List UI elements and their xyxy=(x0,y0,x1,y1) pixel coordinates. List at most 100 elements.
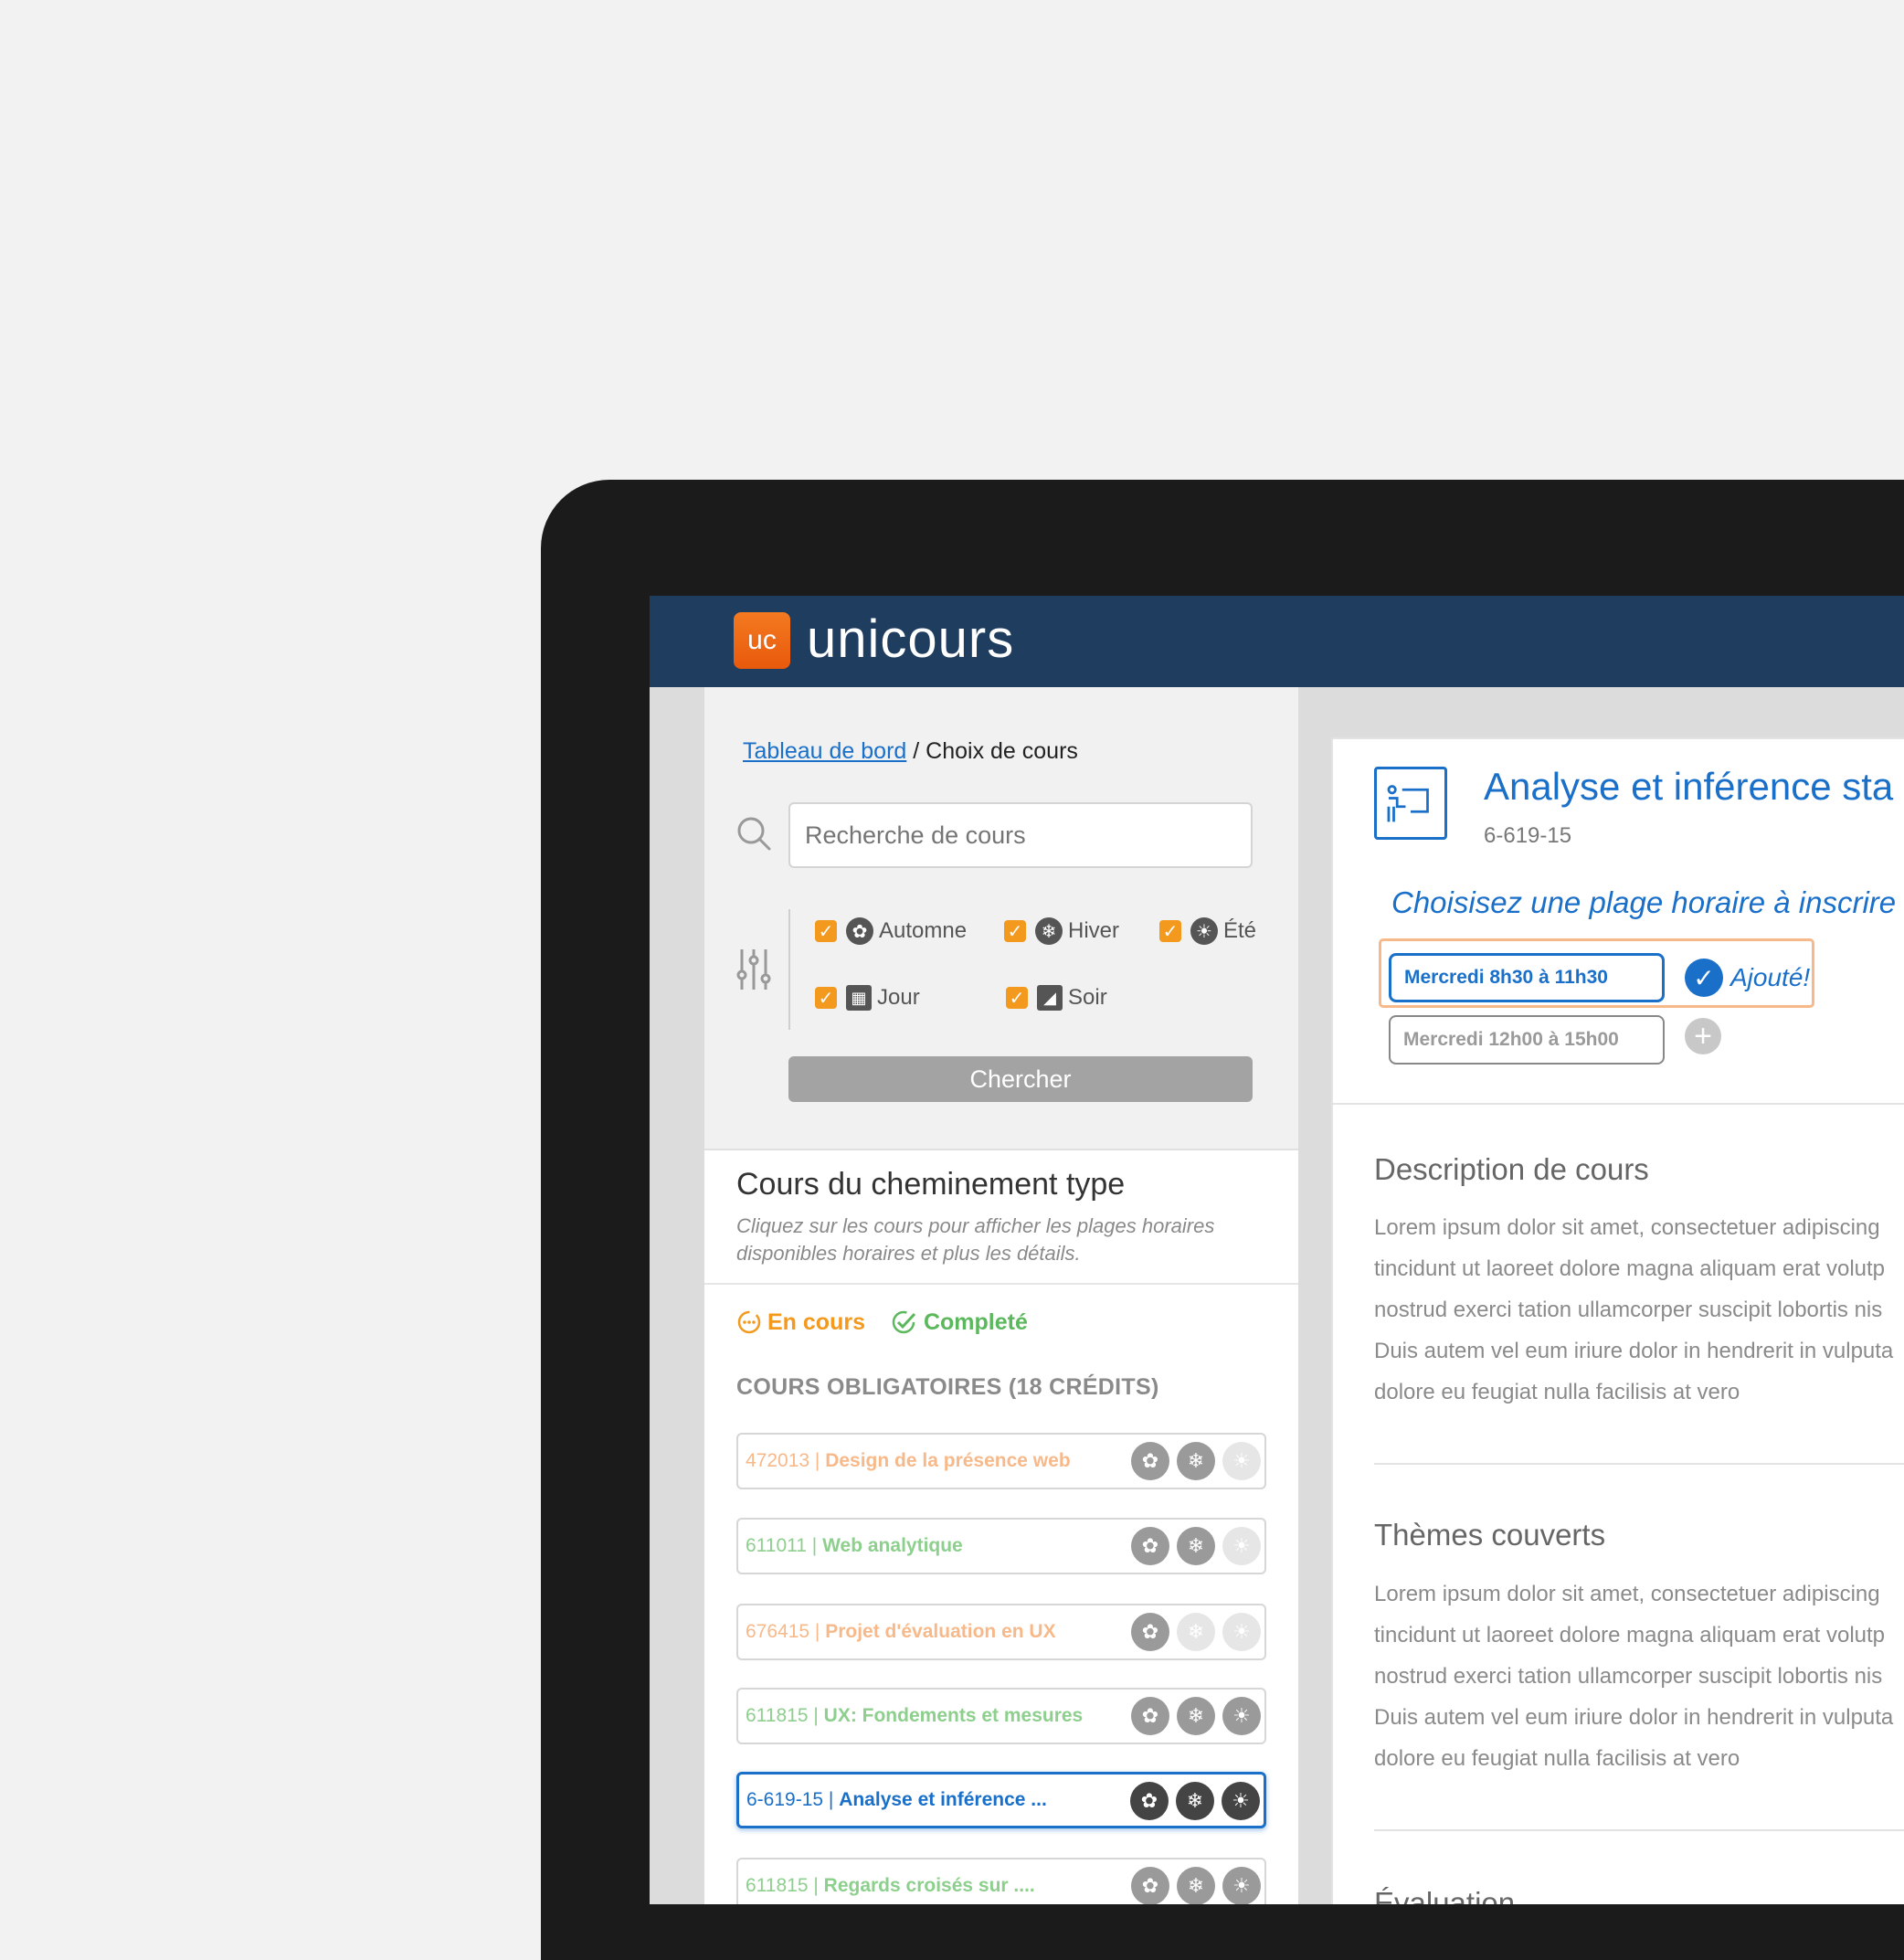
legend-completed-label: Completé xyxy=(923,1308,1028,1335)
text-line: tincidunt ut laoreet dolore magna aliqua… xyxy=(1374,1623,1886,1647)
course-code: 472013 xyxy=(746,1450,810,1471)
sun-icon: ☀ xyxy=(1222,1613,1261,1651)
breadcrumb-separator: / xyxy=(906,738,926,764)
course-code: 611815 xyxy=(746,1875,809,1896)
text-line: Duis autem vel eum iriure dolor in hendr… xyxy=(1374,1339,1894,1363)
checkbox-checked-icon[interactable]: ✓ xyxy=(815,987,837,1009)
snowflake-icon: ❄ xyxy=(1177,1613,1215,1651)
filter-label: Soir xyxy=(1068,985,1107,1010)
course-code: 611011 xyxy=(746,1535,807,1556)
course-name: Design de la présence web xyxy=(825,1450,1071,1471)
filter-divider xyxy=(788,909,790,1030)
maple-leaf-icon: ✿ xyxy=(1131,1613,1169,1651)
course-detail-panel: Analyse et inférence sta 6-619-15 Choisi… xyxy=(1331,737,1904,1904)
course-seasons: ✿ ❄ ☀ xyxy=(1124,1697,1261,1735)
day-icon: ▦ xyxy=(846,985,872,1011)
top-bar: uc unicours xyxy=(650,596,1904,687)
divider xyxy=(1374,1463,1904,1465)
course-item[interactable]: 611815 | UX: Fondements et mesures ✿ ❄ ☀ xyxy=(736,1688,1266,1744)
filter-label: Automne xyxy=(879,918,968,943)
course-seasons: ✿ ❄ ☀ xyxy=(1124,1613,1261,1651)
plus-circle-icon[interactable]: + xyxy=(1685,1018,1721,1054)
text-line: dolore eu feugiat nulla facilisis at ver… xyxy=(1374,1746,1740,1771)
left-panel: Tableau de bord / Choix de cours ✓ ✿ Aut… xyxy=(704,687,1298,1904)
search-button[interactable]: Chercher xyxy=(788,1056,1253,1102)
filter-label: Hiver xyxy=(1068,918,1120,943)
search-panel: Tableau de bord / Choix de cours ✓ ✿ Aut… xyxy=(704,687,1298,1150)
sun-icon: ☀ xyxy=(1222,1867,1261,1904)
maple-leaf-icon: ✿ xyxy=(1130,1782,1169,1820)
course-name: Projet d'évaluation en UX xyxy=(825,1621,1056,1642)
maple-leaf-icon: ✿ xyxy=(1131,1527,1169,1565)
evaluation-heading: Évaluation xyxy=(1374,1886,1516,1904)
text-line: dolore eu feugiat nulla facilisis at ver… xyxy=(1374,1380,1740,1404)
themes-text: Lorem ipsum dolor sit amet, consectetuer… xyxy=(1374,1573,1904,1779)
filter-label: Jour xyxy=(877,985,920,1010)
snowflake-icon: ❄ xyxy=(1177,1697,1215,1735)
filter-ete[interactable]: ✓ ☀ Été xyxy=(1159,917,1256,945)
divider xyxy=(1374,1829,1904,1831)
text-line: tincidunt ut laoreet dolore magna aliqua… xyxy=(1374,1256,1886,1281)
text-line: Lorem ipsum dolor sit amet, consectetuer… xyxy=(1374,1215,1880,1240)
course-seasons: ✿ ❄ ☀ xyxy=(1124,1442,1261,1480)
time-slot-option[interactable]: Mercredi 12h00 à 15h00 xyxy=(1389,1015,1665,1065)
snowflake-icon: ❄ xyxy=(1177,1527,1215,1565)
course-item[interactable]: 611815 | Regards croisés sur .... ✿ ❄ ☀ xyxy=(736,1858,1266,1904)
filter-jour[interactable]: ✓ ▦ Jour xyxy=(815,985,920,1011)
course-item[interactable]: 676415 | Projet d'évaluation en UX ✿ ❄ ☀ xyxy=(736,1604,1266,1660)
sun-icon: ☀ xyxy=(1222,1527,1261,1565)
completed-check-icon xyxy=(892,1310,916,1334)
text-line: Duis autem vel eum iriure dolor in hendr… xyxy=(1374,1705,1894,1730)
time-slot-option[interactable]: Mercredi 8h30 à 11h30 xyxy=(1389,953,1665,1002)
text-line: nostrud exerci tation ullamcorper suscip… xyxy=(1374,1298,1883,1322)
checkbox-checked-icon[interactable]: ✓ xyxy=(1006,987,1028,1009)
course-name: Web analytique xyxy=(822,1535,963,1556)
divider xyxy=(704,1283,1298,1285)
sun-icon: ☀ xyxy=(1190,917,1218,945)
course-item[interactable]: 472013 | Design de la présence web ✿ ❄ ☀ xyxy=(736,1433,1266,1489)
checkbox-checked-icon[interactable]: ✓ xyxy=(1159,920,1181,942)
themes-heading: Thèmes couverts xyxy=(1374,1518,1606,1552)
sun-icon: ☀ xyxy=(1222,1697,1261,1735)
text-line: Lorem ipsum dolor sit amet, consectetuer… xyxy=(1374,1582,1880,1606)
description-heading: Description de cours xyxy=(1374,1152,1649,1186)
divider xyxy=(1333,1103,1904,1105)
course-name: Analyse et inférence ... xyxy=(839,1789,1047,1810)
status-legend: En cours Completé xyxy=(736,1308,1028,1336)
text-line: nostrud exerci tation ullamcorper suscip… xyxy=(1374,1664,1883,1689)
maple-leaf-icon: ✿ xyxy=(1131,1867,1169,1904)
snowflake-icon: ❄ xyxy=(1176,1782,1214,1820)
course-name: Regards croisés sur .... xyxy=(823,1875,1035,1896)
section-heading: COURS OBLIGATOIRES (18 CRÉDITS) xyxy=(736,1374,1159,1400)
course-code: 6-619-15 xyxy=(1484,823,1572,848)
course-item[interactable]: 611011 | Web analytique ✿ ❄ ☀ xyxy=(736,1518,1266,1574)
check-circle-icon[interactable]: ✓ xyxy=(1685,959,1723,997)
breadcrumb-current: Choix de cours xyxy=(926,738,1078,764)
logo-badge[interactable]: uc xyxy=(734,612,790,669)
course-item-selected[interactable]: 6-619-15 | Analyse et inférence ... ✿ ❄ … xyxy=(736,1772,1266,1828)
legend-in-progress: En cours xyxy=(736,1309,865,1336)
course-code: 611815 xyxy=(746,1705,809,1726)
filter-soir[interactable]: ✓ ◢ Soir xyxy=(1006,985,1107,1011)
sun-icon: ☀ xyxy=(1222,1782,1260,1820)
filter-sliders-icon[interactable] xyxy=(735,948,772,991)
filter-automne[interactable]: ✓ ✿ Automne xyxy=(815,917,967,945)
checkbox-checked-icon[interactable]: ✓ xyxy=(815,920,837,942)
breadcrumb-link-dashboard[interactable]: Tableau de bord xyxy=(743,738,906,764)
app-screen: uc unicours Tableau de bord / Choix de c… xyxy=(650,596,1904,1904)
course-seasons: ✿ ❄ ☀ xyxy=(1124,1867,1261,1904)
added-label: Ajouté! xyxy=(1730,963,1811,991)
course-seasons: ✿ ❄ ☀ xyxy=(1124,1527,1261,1565)
course-name: UX: Fondements et mesures xyxy=(823,1705,1084,1726)
path-subtitle: Cliquez sur les cours pour afficher les … xyxy=(736,1214,1215,1265)
filter-hiver[interactable]: ✓ ❄ Hiver xyxy=(1004,917,1119,945)
search-input[interactable] xyxy=(788,802,1253,868)
maple-leaf-icon: ✿ xyxy=(846,917,873,945)
checkbox-checked-icon[interactable]: ✓ xyxy=(1004,920,1026,942)
choose-schedule-label: Choisisez une plage horaire à inscrire xyxy=(1391,885,1897,919)
app-name[interactable]: unicours xyxy=(807,609,1014,670)
search-icon[interactable] xyxy=(735,815,772,852)
legend-completed: Completé xyxy=(891,1308,1028,1336)
course-code: 676415 xyxy=(746,1621,810,1642)
course-title: Analyse et inférence sta xyxy=(1484,765,1894,808)
